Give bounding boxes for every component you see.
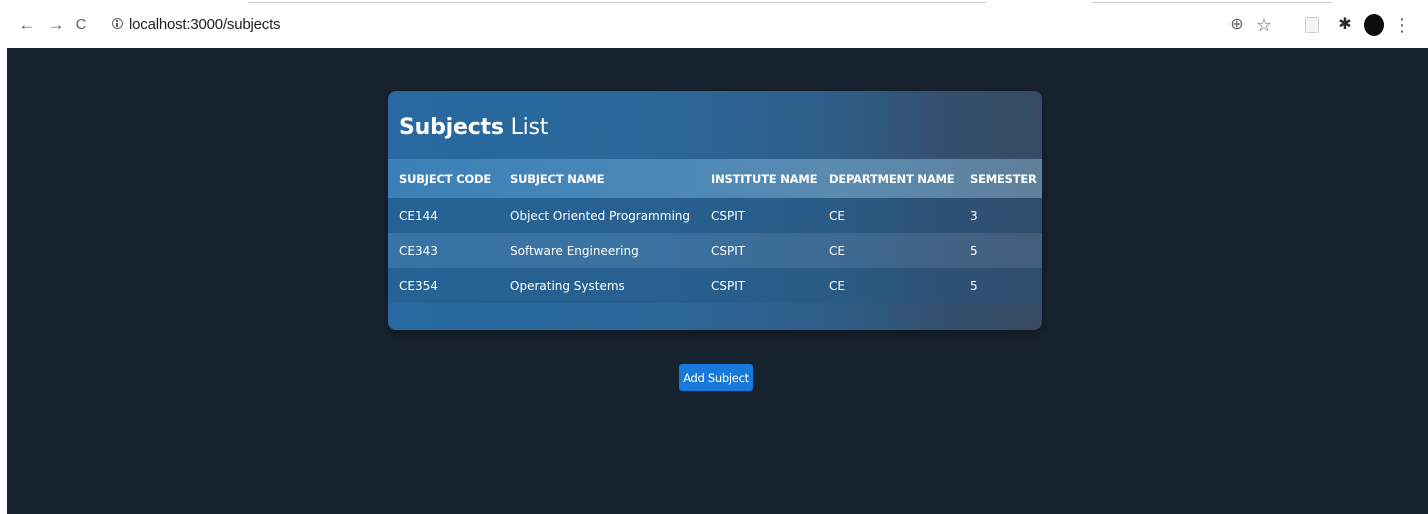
menu-icon[interactable]: ⋮ [1393,15,1411,35]
url-text[interactable]: localhost:3000/subjects [129,16,281,33]
column-header: SUBJECT CODE [399,171,492,186]
table-row: CE343 Software Engineering CSPIT CE 5 [388,233,1042,268]
subject-name-cell: Object Oriented Programming [510,208,690,223]
tab-strip-edge [0,0,1428,6]
address-bar[interactable]: localhost:3000/subjects [98,13,1303,37]
column-header: SEMESTER [970,171,1037,186]
site-info-icon[interactable] [112,18,123,29]
column-header: SUBJECT NAME [510,171,605,186]
subject-code-cell: CE354 [399,278,438,293]
subject-name-cell: Operating Systems [510,278,625,293]
department-name-cell: CE [829,243,845,258]
semester-cell: 3 [970,208,978,223]
add-subject-button[interactable]: Add Subject [679,364,753,391]
back-icon[interactable]: ← [18,16,36,34]
reload-icon[interactable]: C [72,16,90,34]
institute-name-cell: CSPIT [711,208,746,223]
table-row: CE354 Operating Systems CSPIT CE 5 [388,268,1042,303]
zoom-icon[interactable]: ⊕ [1227,15,1247,35]
browser-toolbar: ← → C localhost:3000/subjects ⊕ ☆ ✱ ⋮ [0,0,1428,48]
bookmark-star-icon[interactable]: ☆ [1254,15,1274,35]
title-rest: List [503,115,549,140]
page-body: Subjects List SUBJECT CODE SUBJECT NAME … [7,48,1428,514]
semester-cell: 5 [970,243,978,258]
extension-icon[interactable] [1305,17,1319,33]
institute-name-cell: CSPIT [711,278,746,293]
page-title: Subjects List [399,115,548,140]
institute-name-cell: CSPIT [711,243,746,258]
subject-code-cell: CE144 [399,208,438,223]
semester-cell: 5 [970,278,978,293]
department-name-cell: CE [829,278,845,293]
subject-name-cell: Software Engineering [510,243,639,258]
table-header: SUBJECT CODE SUBJECT NAME INSTITUTE NAME… [388,159,1042,198]
column-header: DEPARTMENT NAME [829,171,955,186]
department-name-cell: CE [829,208,845,223]
table-row: CE144 Object Oriented Programming CSPIT … [388,198,1042,233]
subject-code-cell: CE343 [399,243,438,258]
profile-avatar[interactable] [1364,14,1384,36]
subjects-card: Subjects List SUBJECT CODE SUBJECT NAME … [388,91,1042,330]
title-bold: Subjects [399,115,504,140]
column-header: INSTITUTE NAME [711,171,818,186]
forward-icon[interactable]: → [47,16,65,34]
extensions-puzzle-icon[interactable]: ✱ [1335,15,1355,35]
